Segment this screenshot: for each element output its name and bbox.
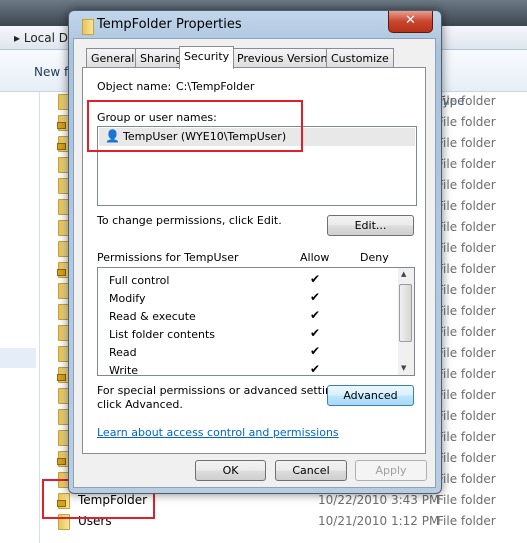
edit-button[interactable]: Edit...	[327, 215, 414, 236]
lock-icon	[57, 122, 66, 129]
lock-icon	[57, 374, 66, 381]
permission-row: Read ✔	[98, 344, 398, 362]
lock-icon	[57, 458, 66, 465]
lock-icon	[57, 143, 66, 150]
permission-row: Modify ✔	[98, 290, 398, 308]
file-type: File folder	[437, 115, 496, 129]
file-type: File folder	[437, 430, 496, 444]
deny-header: Deny	[360, 251, 389, 264]
lock-icon	[57, 269, 66, 276]
permissions-label: Permissions for TempUser	[97, 251, 239, 264]
ok-button[interactable]: OK	[195, 460, 266, 481]
scroll-thumb[interactable]	[399, 284, 412, 342]
file-type: File folder	[437, 514, 496, 528]
scroll-up-icon[interactable]: ▲	[401, 270, 406, 278]
scrollbar[interactable]: ▲ ▼	[398, 268, 414, 375]
allow-check-icon: ✔	[310, 272, 321, 286]
tab-security[interactable]: Security	[179, 46, 235, 69]
allow-check-icon: ✔	[310, 344, 321, 358]
permission-row: Full control ✔	[98, 272, 398, 290]
file-type: File folder	[437, 493, 496, 507]
properties-dialog: TempFolder Properties ✕ General Sharing …	[68, 10, 442, 494]
nav-selected-item[interactable]	[0, 348, 36, 368]
file-type: File folder	[437, 136, 496, 150]
file-type: File folder	[437, 451, 496, 465]
file-type: File folder	[437, 409, 496, 423]
allow-check-icon: ✔	[310, 326, 321, 340]
navigation-pane[interactable]	[0, 92, 40, 543]
special-permissions-text-2: click Advanced.	[97, 398, 183, 411]
highlight-box	[87, 100, 303, 152]
file-date: 10/21/2010 1:12 PM	[318, 514, 440, 528]
file-type: File folder	[437, 472, 496, 486]
folder-icon	[82, 19, 94, 35]
scroll-down-icon[interactable]: ▼	[401, 364, 406, 372]
object-name-label: Object name:	[97, 80, 172, 93]
file-type: File folder	[437, 157, 496, 171]
dialog-title: TempFolder Properties	[97, 17, 242, 32]
file-date: 10/22/2010 3:43 PM	[318, 493, 440, 507]
tab-previous-versions[interactable]: Previous Versions	[232, 48, 339, 68]
file-type: File folder	[437, 388, 496, 402]
close-button[interactable]: ✕	[388, 11, 433, 33]
allow-check-icon: ✔	[310, 308, 321, 322]
permission-row: List folder contents ✔	[98, 326, 398, 344]
apply-button[interactable]: Apply	[355, 460, 427, 481]
tab-general[interactable]: General	[86, 48, 140, 68]
permission-row: Read & execute ✔	[98, 308, 398, 326]
permission-name: Modify	[109, 292, 146, 305]
tab-customize[interactable]: Customize	[326, 48, 394, 68]
cancel-button[interactable]: Cancel	[275, 460, 347, 481]
change-permissions-text: To change permissions, click Edit.	[97, 214, 282, 227]
permission-name: List folder contents	[109, 328, 215, 341]
special-permissions-text-1: For special permissions or advanced sett…	[97, 384, 349, 397]
file-type: File folder	[437, 325, 496, 339]
file-type: File folder	[437, 220, 496, 234]
permission-name: Read & execute	[109, 310, 196, 323]
permission-name: Full control	[109, 274, 170, 287]
object-name-value: C:\TempFolder	[176, 80, 255, 93]
permission-name: Read	[109, 346, 137, 359]
permissions-list: ▲ ▼ Full control ✔ Modify ✔ Read & execute ✔ L…	[97, 267, 415, 377]
file-type: File folder	[437, 283, 496, 297]
file-type: File folder	[437, 262, 496, 276]
file-type: File folder	[437, 178, 496, 192]
permission-name: Write	[109, 364, 139, 377]
allow-check-icon: ✔	[310, 362, 321, 376]
permission-row: Write ✔	[98, 362, 398, 380]
advanced-button[interactable]: Advanced	[327, 385, 414, 406]
file-type: File folder	[437, 346, 496, 360]
file-type: File folder	[437, 367, 496, 381]
file-type: File folder	[437, 199, 496, 213]
file-type: File folder	[437, 241, 496, 255]
allow-header: Allow	[300, 251, 330, 264]
file-type: File folder	[437, 304, 496, 318]
learn-more-link[interactable]: Learn about access control and permissio…	[97, 426, 339, 439]
file-type: File folder	[437, 94, 496, 108]
allow-check-icon: ✔	[310, 290, 321, 304]
